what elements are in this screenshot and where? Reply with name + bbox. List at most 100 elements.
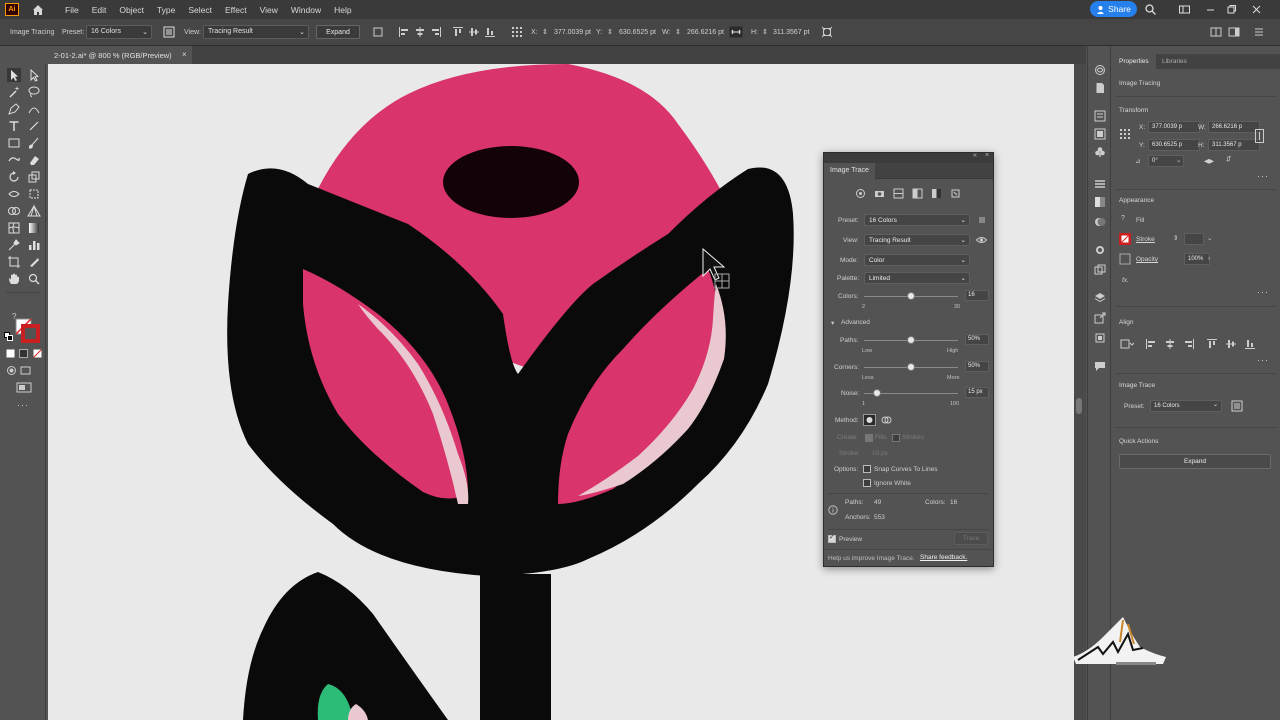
advanced-toggle-icon[interactable]: ▾ <box>831 319 834 327</box>
preset-dropdown[interactable]: 16 Colors ⌄ <box>864 214 970 226</box>
restore-icon[interactable] <box>1225 3 1238 16</box>
scroll-thumb[interactable] <box>1076 398 1082 414</box>
properties-icon[interactable] <box>1094 110 1106 122</box>
zoom-tool-icon[interactable] <box>27 272 41 286</box>
preset-menu-icon[interactable] <box>977 215 987 225</box>
flip-horizontal-icon[interactable]: ◀▶ <box>1204 157 1214 165</box>
image-trace-tab[interactable]: Image Trace <box>824 163 875 179</box>
gradient-panel-icon[interactable] <box>1094 196 1106 208</box>
menu-file[interactable]: File <box>65 5 79 15</box>
tab-properties[interactable]: Properties <box>1112 54 1156 69</box>
noise-value[interactable]: 15 px <box>965 387 989 398</box>
menu-select[interactable]: Select <box>188 5 212 15</box>
eyedropper-tool-icon[interactable] <box>7 238 21 252</box>
grayscale-icon[interactable] <box>912 188 923 199</box>
close-tab-icon[interactable]: × <box>182 50 187 59</box>
snap-curves-checkbox[interactable] <box>863 465 871 473</box>
align-right-icon[interactable] <box>430 26 442 38</box>
comments-icon[interactable] <box>1094 360 1106 372</box>
pen-tool-icon[interactable] <box>7 102 21 116</box>
transform-icon[interactable] <box>821 26 833 38</box>
chevron-down-icon[interactable]: ⌄ <box>1207 234 1212 242</box>
view-dropdown[interactable]: Tracing Result ⌄ <box>203 25 309 39</box>
fx-button[interactable]: fx. <box>1122 277 1129 284</box>
align-center-icon[interactable] <box>414 26 426 38</box>
low-color-icon[interactable] <box>893 188 904 199</box>
gradient-tool-icon[interactable] <box>27 221 41 235</box>
align-left-icon[interactable] <box>398 26 410 38</box>
quick-action-expand-button[interactable]: Expand <box>1119 454 1271 469</box>
free-transform-tool-icon[interactable] <box>27 187 41 201</box>
close-panel-icon[interactable]: × <box>985 152 989 159</box>
panel-titlebar[interactable]: « × <box>824 152 993 163</box>
ignore-white-checkbox[interactable] <box>863 479 871 487</box>
mode-dropdown[interactable]: Color ⌄ <box>864 254 970 266</box>
expand-button[interactable]: Expand <box>316 25 360 39</box>
appearance-icon[interactable] <box>1094 244 1106 256</box>
noise-slider-knob[interactable] <box>873 389 882 397</box>
workspace-icon[interactable] <box>1178 3 1191 16</box>
corners-value[interactable]: 50% <box>965 361 989 372</box>
palette-dropdown[interactable]: Limited ⌄ <box>864 272 970 284</box>
mesh-tool-icon[interactable] <box>7 221 21 235</box>
menu-object[interactable]: Object <box>119 5 144 15</box>
more-options-icon[interactable]: ··· <box>1257 171 1269 181</box>
corners-slider-knob[interactable] <box>907 363 915 371</box>
slice-tool-icon[interactable] <box>27 255 41 269</box>
constrain-link-icon[interactable] <box>1255 129 1264 143</box>
direct-selection-tool-icon[interactable] <box>27 68 41 82</box>
constrain-proportions-icon[interactable] <box>729 26 743 38</box>
image-trace-panel-icon[interactable] <box>1231 400 1243 412</box>
shape-builder-tool-icon[interactable] <box>7 204 21 218</box>
colors-slider-knob[interactable] <box>907 292 915 300</box>
align-bottom-icon[interactable] <box>1244 338 1256 350</box>
w-stepper-icon[interactable]: ⇕ <box>675 28 681 36</box>
club-symbol-icon[interactable] <box>1094 146 1106 158</box>
type-tool-icon[interactable] <box>7 119 21 133</box>
home-icon[interactable] <box>31 3 45 17</box>
stroke-label[interactable]: Stroke <box>1136 236 1155 243</box>
export-icon[interactable] <box>1094 312 1106 324</box>
shaper-tool-icon[interactable] <box>7 153 21 167</box>
paths-value[interactable]: 50% <box>965 334 989 345</box>
lasso-tool-icon[interactable] <box>27 85 41 99</box>
perspective-grid-tool-icon[interactable] <box>27 204 41 218</box>
arrange-documents-icon[interactable] <box>1210 26 1222 38</box>
color-mode-icons[interactable] <box>6 349 42 358</box>
screen-mode-icon[interactable] <box>20 365 31 376</box>
panel-toggle-icon[interactable] <box>1228 26 1240 38</box>
stroke-weight-field[interactable] <box>1184 233 1204 245</box>
draw-mode-icon[interactable] <box>6 365 17 376</box>
rectangle-tool-icon[interactable] <box>7 136 21 150</box>
align-top-icon[interactable] <box>452 26 464 38</box>
layers-stack-icon[interactable] <box>1094 292 1106 304</box>
camera-icon[interactable] <box>874 188 885 199</box>
graphic-styles-icon[interactable] <box>1094 264 1106 276</box>
hand-tool-icon[interactable] <box>7 272 21 286</box>
paintbrush-tool-icon[interactable] <box>27 136 41 150</box>
width-tool-icon[interactable] <box>7 187 21 201</box>
menu-help[interactable]: Help <box>334 5 351 15</box>
menu-effect[interactable]: Effect <box>225 5 247 15</box>
stroke-swatch[interactable] <box>1119 233 1131 245</box>
transparency-icon[interactable] <box>1094 216 1106 228</box>
menu-edit[interactable]: Edit <box>92 5 107 15</box>
h-value[interactable]: 311.3567 pt <box>773 29 809 36</box>
reference-point-icon[interactable] <box>1119 128 1131 140</box>
align-center-icon[interactable] <box>1164 338 1176 350</box>
align-to-icon[interactable] <box>372 26 384 38</box>
preset-dropdown[interactable]: 16 Colors ⌄ <box>1150 400 1222 412</box>
more-options-icon[interactable]: ··· <box>1257 287 1269 297</box>
stroke-panel-icon[interactable] <box>1094 178 1106 190</box>
align-bottom-icon[interactable] <box>484 26 496 38</box>
close-icon[interactable] <box>1250 3 1263 16</box>
align-to-dropdown-icon[interactable] <box>1120 338 1134 350</box>
screen-mode-toggle-icon[interactable] <box>16 382 32 393</box>
fill-label[interactable]: Fill <box>1136 217 1144 224</box>
collapse-panel-icon[interactable]: « <box>973 152 977 159</box>
menu-window[interactable]: Window <box>291 5 321 15</box>
align-top-icon[interactable] <box>1206 338 1218 350</box>
outline-icon[interactable] <box>950 188 961 199</box>
preset-dropdown[interactable]: 16 Colors ⌄ <box>86 25 152 39</box>
paths-slider-knob[interactable] <box>907 336 915 344</box>
